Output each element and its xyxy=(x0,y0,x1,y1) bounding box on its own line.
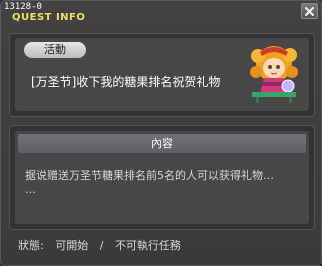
window-id-label: 13128-0 xyxy=(4,2,42,12)
content-header: 內容 xyxy=(18,134,306,153)
quest-content-panel: 內容 据说赠送万圣节糖果排名前5名的人可以获得礼物… … xyxy=(9,125,315,230)
status-not-in-progress: 不可執行任務 xyxy=(114,239,181,252)
window-title: QUEST INFO xyxy=(12,12,86,23)
quest-content-inner: 內容 据说赠送万圣节糖果排名前5名的人可以获得礼物… … xyxy=(15,131,309,224)
npc-portrait-icon xyxy=(250,46,298,103)
quest-summary-panel: 活動 [万圣节]收下我的糖果排名祝贺礼物 xyxy=(9,33,315,117)
close-icon xyxy=(305,6,314,16)
status-label: 狀態: xyxy=(18,239,44,252)
quest-info-window: 13128-0 QUEST INFO 活動 [万圣节]收下我的糖果排名祝贺礼物 xyxy=(0,0,322,266)
status-separator: / xyxy=(99,239,104,252)
quest-category-badge: 活動 xyxy=(24,42,86,58)
content-text-line2: … xyxy=(25,183,36,196)
status-startable: 可開始 xyxy=(55,239,89,252)
quest-summary-inner: 活動 [万圣节]收下我的糖果排名祝贺礼物 xyxy=(15,38,309,111)
quest-status-row: 狀態: 可開始 / 不可執行任務 xyxy=(18,237,189,253)
content-text-line1: 据说赠送万圣节糖果排名前5名的人可以获得礼物… xyxy=(25,169,274,182)
content-text: 据说赠送万圣节糖果排名前5名的人可以获得礼物… … xyxy=(25,169,299,197)
close-button[interactable] xyxy=(301,3,318,19)
quest-name: [万圣节]收下我的糖果排名祝贺礼物 xyxy=(31,75,221,89)
